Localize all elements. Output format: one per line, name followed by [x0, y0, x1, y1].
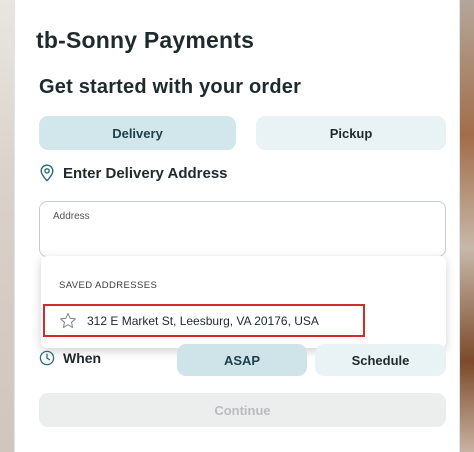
saved-addresses-dropdown: SAVED ADDRESSES 312 E Market St, Leesbur… — [41, 256, 446, 348]
when-row: When — [39, 350, 101, 366]
delivery-button[interactable]: Delivery — [39, 116, 236, 150]
asap-button[interactable]: ASAP — [177, 344, 307, 376]
background-photo-left — [0, 0, 14, 452]
saved-address-item[interactable]: 312 E Market St, Leesburg, VA 20176, USA — [43, 304, 365, 337]
pickup-button[interactable]: Pickup — [256, 116, 446, 150]
page-title: tb-Sonny Payments — [36, 27, 255, 53]
location-pin-icon — [39, 164, 55, 182]
saved-address-text: 312 E Market St, Leesburg, VA 20176, USA — [87, 313, 319, 328]
star-icon[interactable] — [59, 312, 77, 330]
saved-addresses-heading: SAVED ADDRESSES — [59, 280, 158, 291]
address-field-label: Address — [53, 211, 90, 222]
address-field[interactable]: Address — [39, 201, 446, 257]
address-heading-label: Enter Delivery Address — [63, 164, 228, 182]
address-input[interactable] — [52, 226, 432, 250]
schedule-button[interactable]: Schedule — [315, 344, 446, 376]
when-label: When — [63, 350, 102, 366]
order-modal: tb-Sonny Payments Get started with your … — [14, 0, 460, 452]
clock-icon — [39, 350, 55, 366]
address-heading: Enter Delivery Address — [39, 164, 228, 182]
background-photo-right — [460, 0, 474, 452]
page-subtitle: Get started with your order — [39, 76, 302, 98]
continue-button[interactable]: Continue — [39, 393, 446, 427]
